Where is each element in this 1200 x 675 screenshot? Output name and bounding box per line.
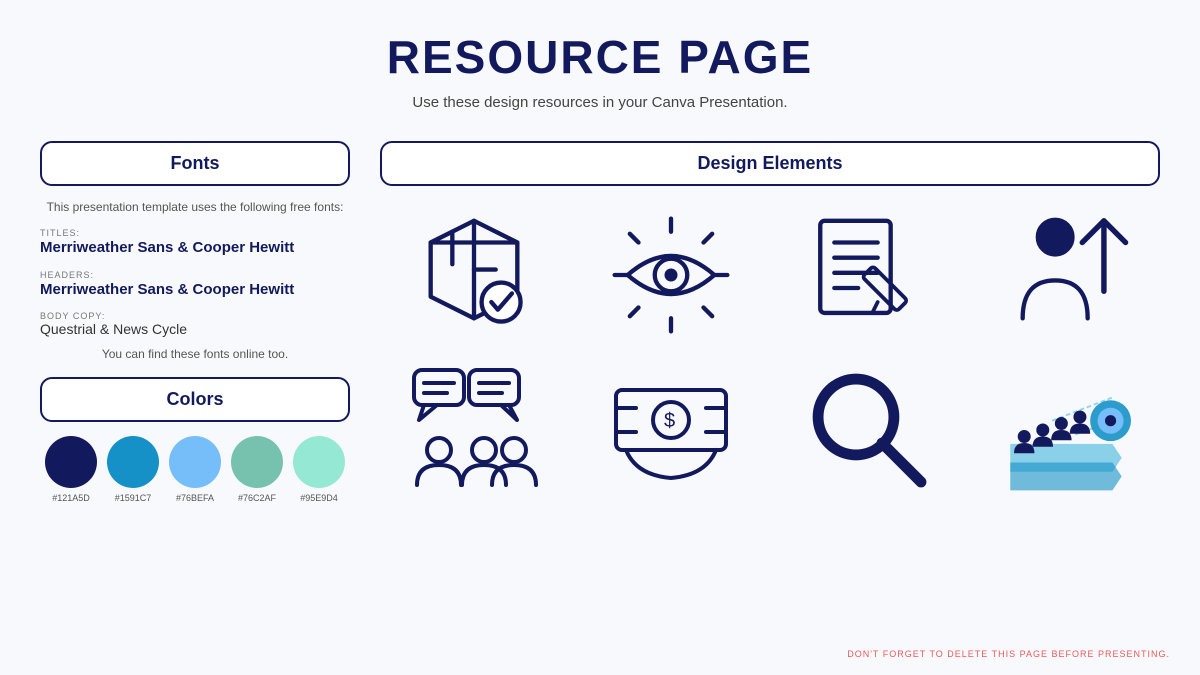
swatch-2 xyxy=(107,436,159,488)
svg-text:$: $ xyxy=(664,410,675,432)
icon-cell-box xyxy=(380,202,568,347)
eye-icon xyxy=(606,210,736,340)
fonts-box: Fonts xyxy=(40,141,350,186)
page-subtitle: Use these design resources in your Canva… xyxy=(0,94,1200,111)
titles-category: TITLES: xyxy=(40,228,350,238)
color-swatch-3: #76BEFA xyxy=(169,436,221,503)
titles-font: Merriweather Sans & Cooper Hewitt xyxy=(40,238,350,258)
main-content: Fonts This presentation template uses th… xyxy=(0,121,1200,503)
fonts-footer: You can find these fonts online too. xyxy=(40,347,350,361)
fonts-label: Fonts xyxy=(171,153,220,173)
headers-category: HEADERS: xyxy=(40,270,350,280)
people-chat-icon xyxy=(409,365,539,495)
color-swatch-2: #1591C7 xyxy=(107,436,159,503)
swatch-2-hex: #1591C7 xyxy=(115,493,152,503)
color-swatch-1: #121A5D xyxy=(45,436,97,503)
swatch-1 xyxy=(45,436,97,488)
color-swatch-4: #76C2AF xyxy=(231,436,283,503)
swatch-5 xyxy=(293,436,345,488)
icon-cell-search xyxy=(775,357,963,502)
body-font: Questrial & News Cycle xyxy=(40,321,350,337)
swatch-4 xyxy=(231,436,283,488)
icon-cell-eye xyxy=(578,202,766,347)
icon-cell-money: $ xyxy=(578,357,766,502)
icon-cell-person-growth xyxy=(973,202,1161,347)
team-growth-icon xyxy=(1001,365,1131,495)
icons-grid: $ xyxy=(380,202,1160,502)
swatch-3 xyxy=(169,436,221,488)
colors-box: Colors xyxy=(40,377,350,422)
color-swatch-5: #95E9D4 xyxy=(293,436,345,503)
design-elements-label: Design Elements xyxy=(697,153,842,173)
swatch-3-hex: #76BEFA xyxy=(176,493,214,503)
swatch-5-hex: #95E9D4 xyxy=(300,493,338,503)
left-panel: Fonts This presentation template uses th… xyxy=(40,141,350,503)
icon-cell-people-chat xyxy=(380,357,568,502)
right-panel: Design Elements xyxy=(380,141,1160,503)
person-growth-icon xyxy=(1001,210,1131,340)
footer-note: DON'T FORGET TO DELETE THIS PAGE BEFORE … xyxy=(847,649,1170,659)
icon-cell-team-growth xyxy=(973,357,1161,502)
color-swatches: #121A5D #1591C7 #76BEFA #76C2AF #95E9D4 xyxy=(40,436,350,503)
headers-font: Merriweather Sans & Cooper Hewitt xyxy=(40,280,350,300)
document-icon xyxy=(804,210,934,340)
fonts-description: This presentation template uses the foll… xyxy=(40,198,350,216)
design-elements-box: Design Elements xyxy=(380,141,1160,186)
box-icon xyxy=(409,210,539,340)
colors-label: Colors xyxy=(166,389,223,409)
icon-cell-document xyxy=(775,202,963,347)
search-icon xyxy=(804,365,934,495)
swatch-4-hex: #76C2AF xyxy=(238,493,276,503)
swatch-1-hex: #121A5D xyxy=(52,493,90,503)
body-category: BODY COPY: xyxy=(40,311,350,321)
page-title: RESOURCE PAGE xyxy=(0,0,1200,84)
colors-section: Colors #121A5D #1591C7 #76BEFA #76C2AF xyxy=(40,377,350,503)
money-icon: $ xyxy=(606,365,736,495)
